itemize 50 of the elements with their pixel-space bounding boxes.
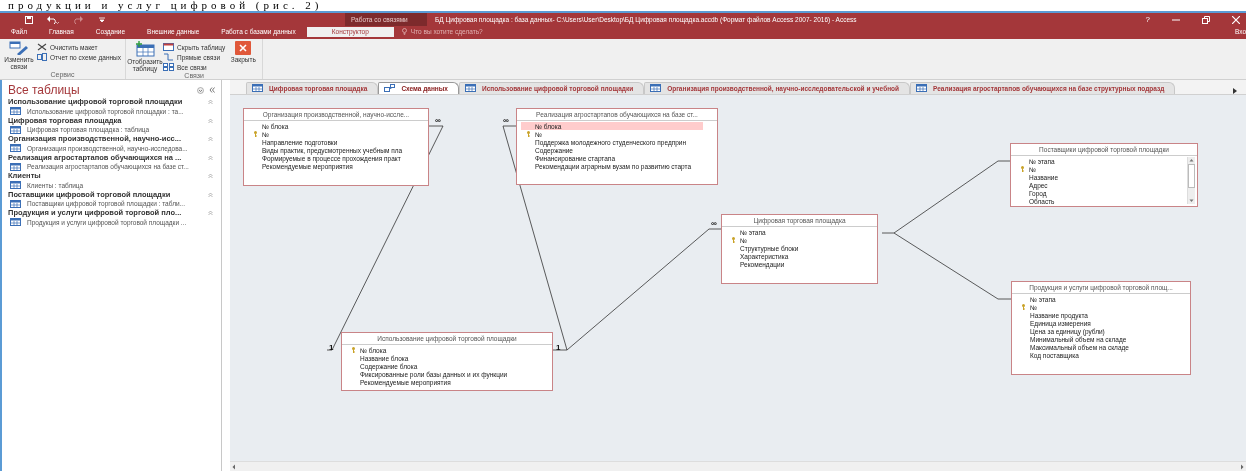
- relationship-mark: ∞: [503, 117, 509, 125]
- all-relationships-icon: [163, 63, 174, 71]
- edit-relationships-icon: [9, 41, 29, 55]
- undo-icon[interactable]: [47, 15, 59, 24]
- relationship-mark: 1: [329, 344, 334, 352]
- report-icon: [37, 53, 47, 61]
- relationship-mark: 1: [556, 344, 561, 352]
- show-table-icon: [135, 41, 155, 57]
- table-icon: [10, 199, 21, 208]
- scrollbar[interactable]: [1187, 157, 1195, 204]
- table-icon: [10, 181, 21, 189]
- direct-relationships-icon: [163, 53, 174, 61]
- collapse-icon[interactable]: [209, 87, 215, 93]
- chevron-up-icon[interactable]: [208, 210, 213, 216]
- relationship-mark: ∞: [711, 220, 717, 228]
- relationship-mark: ∞: [435, 117, 441, 125]
- table-icon: [252, 84, 263, 92]
- scroll-right-icon[interactable]: [1238, 462, 1246, 471]
- table-icon: [916, 84, 928, 92]
- save-icon[interactable]: [25, 15, 33, 24]
- chevron-up-icon[interactable]: [208, 191, 213, 197]
- clear-icon: [37, 43, 47, 51]
- table-icon: [10, 144, 21, 152]
- lightbulb-icon: [401, 28, 407, 35]
- chevron-up-icon[interactable]: [208, 136, 213, 142]
- document-caption: продукции и услуг цифровой (рис. 2): [8, 0, 324, 11]
- scroll-left-icon[interactable]: [230, 462, 238, 471]
- chevron-up-icon[interactable]: [208, 154, 213, 160]
- customize-icon[interactable]: [99, 16, 105, 23]
- table-icon: [650, 84, 662, 92]
- scroll-down-icon[interactable]: [1188, 199, 1195, 203]
- relationships-icon: [384, 84, 396, 92]
- chevron-up-icon[interactable]: [208, 173, 213, 179]
- chevron-up-icon[interactable]: [208, 99, 213, 105]
- close-icon: [235, 41, 252, 55]
- table-icon: [10, 125, 21, 134]
- dropdown-icon[interactable]: [197, 86, 204, 94]
- scroll-up-icon[interactable]: [1188, 158, 1195, 162]
- table-icon: [464, 84, 476, 92]
- table-icon: [10, 218, 21, 226]
- scroll-tabs-icon[interactable]: [1232, 88, 1238, 94]
- table-icon: [10, 107, 21, 115]
- close-icon[interactable]: [1232, 15, 1240, 24]
- hide-table-icon: [163, 43, 174, 51]
- pane-title: Все таблицы: [8, 83, 81, 97]
- restore-icon[interactable]: [1202, 15, 1210, 24]
- redo-icon[interactable]: [73, 15, 85, 24]
- chevron-up-icon[interactable]: [208, 117, 213, 123]
- table-icon: [10, 162, 21, 171]
- help-button[interactable]: ?: [1145, 15, 1150, 24]
